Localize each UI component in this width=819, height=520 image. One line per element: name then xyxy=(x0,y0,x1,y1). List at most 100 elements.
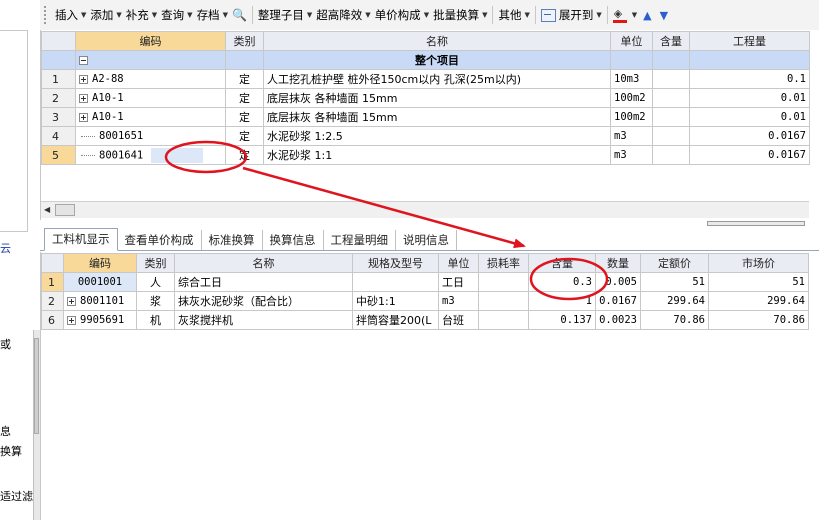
type-cell[interactable]: 机 xyxy=(136,310,175,330)
spec-cell[interactable]: 中砂1:1 xyxy=(352,291,439,311)
content-cell[interactable] xyxy=(652,69,690,89)
qty-cell[interactable]: 0.0023 xyxy=(595,310,641,330)
left-label-3[interactable]: 息 xyxy=(0,423,11,439)
market-price-cell[interactable]: 299.64 xyxy=(708,291,809,311)
row-number[interactable]: 2 xyxy=(41,291,64,311)
organize-button[interactable]: 整理子目 ▼ xyxy=(256,4,314,26)
content-cell[interactable] xyxy=(652,50,690,70)
col-header-content[interactable]: 含量 xyxy=(652,31,690,51)
spec-cell[interactable] xyxy=(352,272,439,292)
col-header-type[interactable]: 类别 xyxy=(136,253,175,273)
code-cell[interactable]: A10-1 xyxy=(75,88,226,108)
table-row[interactable]: 2 8001101 浆 抹灰水泥砂浆（配合比） 中砂1:1 m3 1 0.016… xyxy=(41,291,809,311)
code-cell[interactable]: 8001641 xyxy=(75,145,226,165)
supplement-button[interactable]: 补充 ▼ xyxy=(124,4,159,26)
name-cell[interactable]: 灰浆搅拌机 xyxy=(174,310,353,330)
col-header-unit[interactable]: 单位 xyxy=(438,253,479,273)
tab-conversion-info[interactable]: 换算信息 xyxy=(263,230,324,250)
code-cell[interactable]: 0001001 xyxy=(63,272,137,292)
col-header-quantity[interactable]: 工程量 xyxy=(689,31,810,51)
quota-price-cell[interactable]: 51 xyxy=(640,272,709,292)
archive-button[interactable]: 存档 ▼ xyxy=(195,4,230,26)
collapse-icon[interactable] xyxy=(79,56,88,65)
col-header-code[interactable]: 编码 xyxy=(75,31,226,51)
unit-cell[interactable] xyxy=(610,50,653,70)
batch-convert-button[interactable]: 批量换算 ▼ xyxy=(431,4,489,26)
unit-cell[interactable]: 台班 xyxy=(438,310,479,330)
corner-cell[interactable] xyxy=(41,253,64,273)
expand-icon[interactable] xyxy=(67,296,76,306)
quantity-cell[interactable] xyxy=(689,50,810,70)
type-cell[interactable]: 定 xyxy=(225,69,264,89)
inline-editor[interactable] xyxy=(151,147,204,163)
unit-cell[interactable]: 10m3 xyxy=(610,69,653,89)
name-cell[interactable]: 综合工日 xyxy=(174,272,353,292)
col-header-quota-price[interactable]: 定额价 xyxy=(640,253,709,273)
code-cell[interactable] xyxy=(75,50,226,70)
col-header-type[interactable]: 类别 xyxy=(225,31,264,51)
tab-standard-conversion[interactable]: 标准换算 xyxy=(202,230,263,250)
col-header-market-price[interactable]: 市场价 xyxy=(708,253,809,273)
market-price-cell[interactable]: 51 xyxy=(708,272,809,292)
table-row[interactable]: 3 A10-1 定 底层抹灰 各种墙面 15mm 100m2 0.01 xyxy=(41,107,810,127)
move-up-icon[interactable]: ▲ xyxy=(639,9,655,22)
table-row[interactable]: 2 A10-1 定 底层抹灰 各种墙面 15mm 100m2 0.01 xyxy=(41,88,810,108)
col-header-name[interactable]: 名称 xyxy=(174,253,353,273)
binoculars-icon[interactable]: 🔍 xyxy=(230,8,249,22)
left-label-5[interactable]: 适过滤 xyxy=(0,488,33,504)
add-button[interactable]: 添加 ▼ xyxy=(88,4,123,26)
code-cell[interactable]: 8001101 xyxy=(63,291,137,311)
row-number[interactable]: 1 xyxy=(41,69,76,89)
quantity-cell[interactable]: 0.01 xyxy=(689,88,810,108)
left-label-4[interactable]: 换算 xyxy=(0,443,22,459)
content-cell[interactable] xyxy=(652,126,690,146)
content-cell[interactable]: 0.3 xyxy=(528,272,596,292)
type-cell[interactable]: 定 xyxy=(225,126,264,146)
name-cell[interactable]: 人工挖孔桩护壁 桩外径150cm以内 孔深(25m以内) xyxy=(263,69,611,89)
name-cell[interactable]: 抹灰水泥砂浆（配合比） xyxy=(174,291,353,311)
left-label-1[interactable]: 云 xyxy=(0,240,11,256)
name-cell[interactable]: 水泥砂浆 1:1 xyxy=(263,145,611,165)
unit-cell[interactable]: 工日 xyxy=(438,272,479,292)
type-cell[interactable] xyxy=(225,50,264,70)
content-cell[interactable]: 1 xyxy=(528,291,596,311)
expand-icon[interactable] xyxy=(79,74,88,84)
unit-cell[interactable]: m3 xyxy=(438,291,479,311)
col-header-code[interactable]: 编码 xyxy=(63,253,137,273)
content-cell[interactable]: 0.137 xyxy=(528,310,596,330)
quantity-cell[interactable]: 0.0167 xyxy=(689,126,810,146)
other-button[interactable]: 其他 ▼ xyxy=(496,4,531,26)
loss-cell[interactable] xyxy=(478,291,529,311)
type-cell[interactable]: 定 xyxy=(225,145,264,165)
left-scroll-thumb[interactable] xyxy=(34,338,39,434)
pane-splitter[interactable] xyxy=(707,221,805,226)
unit-price-button[interactable]: 单价构成 ▼ xyxy=(373,4,431,26)
table-row[interactable]: 1 0001001 人 综合工日 工日 0.3 0.005 51 51 xyxy=(41,272,809,292)
row-number[interactable]: 2 xyxy=(41,88,76,108)
spec-cell[interactable]: 拌筒容量200(L xyxy=(352,310,439,330)
type-cell[interactable]: 浆 xyxy=(136,291,175,311)
col-header-unit[interactable]: 单位 xyxy=(610,31,653,51)
content-cell[interactable] xyxy=(652,88,690,108)
row-number[interactable]: 1 xyxy=(41,272,64,292)
loss-cell[interactable] xyxy=(478,272,529,292)
row-number[interactable]: 6 xyxy=(41,310,64,330)
corner-cell[interactable] xyxy=(41,31,76,51)
quota-price-cell[interactable]: 70.86 xyxy=(640,310,709,330)
code-cell[interactable]: A10-1 xyxy=(75,107,226,127)
unit-cell[interactable]: m3 xyxy=(610,145,653,165)
code-cell[interactable]: 8001651 xyxy=(75,126,226,146)
col-header-qty[interactable]: 数量 xyxy=(595,253,641,273)
insert-button[interactable]: 插入 ▼ xyxy=(53,4,88,26)
height-reduction-button[interactable]: 超高降效 ▼ xyxy=(314,4,372,26)
unit-cell[interactable]: 100m2 xyxy=(610,88,653,108)
name-cell[interactable]: 底层抹灰 各种墙面 15mm xyxy=(263,107,611,127)
expand-icon[interactable] xyxy=(79,93,88,103)
name-cell[interactable]: 水泥砂浆 1:2.5 xyxy=(263,126,611,146)
code-cell[interactable]: A2-88 xyxy=(75,69,226,89)
type-cell[interactable]: 定 xyxy=(225,107,264,127)
row-number[interactable]: 3 xyxy=(41,107,76,127)
fill-color-button[interactable]: ◈ ▼ xyxy=(611,4,639,26)
tab-unit-price[interactable]: 查看单价构成 xyxy=(118,230,202,250)
quota-price-cell[interactable]: 299.64 xyxy=(640,291,709,311)
